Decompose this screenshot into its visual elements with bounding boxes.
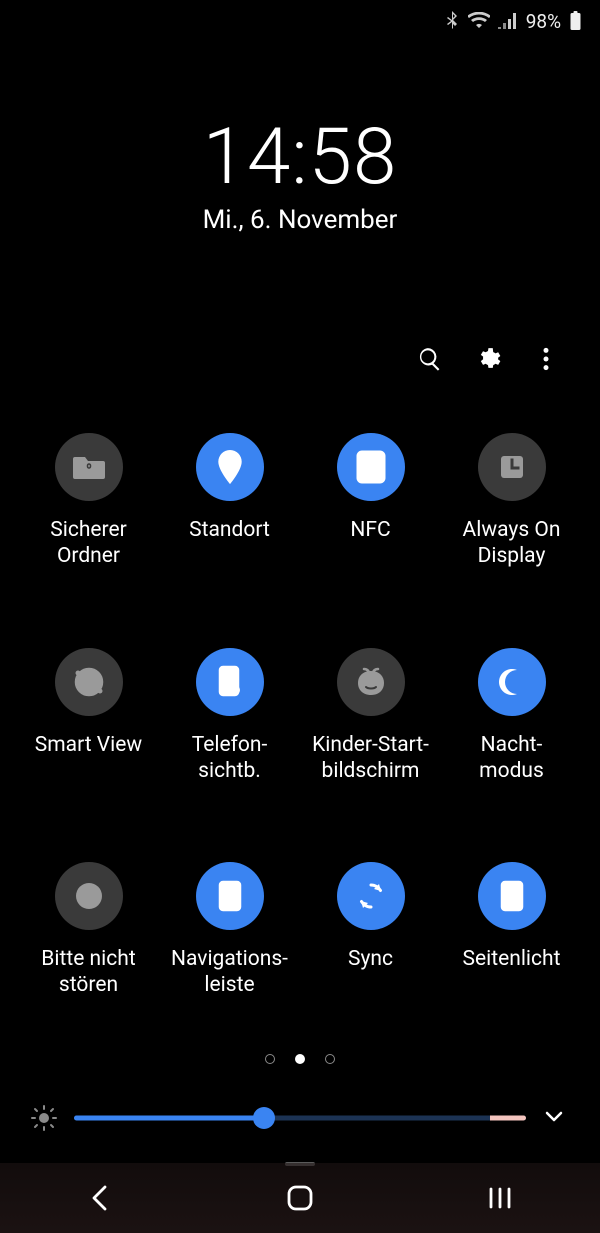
tile-secure-folder[interactable]: Sicherer Ordner <box>18 433 159 570</box>
slider-fill <box>74 1115 264 1120</box>
tile-label: Kinder-Start- bildschirm <box>312 732 429 785</box>
system-navbar <box>0 1163 600 1233</box>
tile-kids-home[interactable]: Kinder-Start- bildschirm <box>300 648 441 785</box>
tile-location[interactable]: Standort <box>159 433 300 570</box>
back-icon <box>89 1184 111 1212</box>
clock: 14:58 Mi., 6. November <box>0 112 600 235</box>
tile-label: Bitte nicht stören <box>41 946 135 999</box>
tile-dnd[interactable]: Bitte nicht stören <box>18 862 159 999</box>
page-dot[interactable] <box>265 1054 275 1064</box>
cast-icon <box>55 648 123 716</box>
kid-face-icon <box>337 648 405 716</box>
chevron-down-icon <box>542 1104 566 1128</box>
sync-icon <box>337 862 405 930</box>
clock-date: Mi., 6. November <box>0 205 600 235</box>
home-icon <box>285 1183 315 1213</box>
nfc-icon <box>337 433 405 501</box>
brightness-row <box>0 1104 600 1132</box>
recents-icon <box>487 1186 513 1210</box>
tile-phone-visibility[interactable]: Telefon- sichtb. <box>159 648 300 785</box>
wifi-icon <box>468 12 490 30</box>
tile-label: Sicherer Ordner <box>50 517 126 570</box>
tile-label: Sync <box>348 946 393 972</box>
tile-label: Always On Display <box>463 517 561 570</box>
more-vert-icon <box>542 346 550 372</box>
search-icon <box>417 346 443 372</box>
tile-sync[interactable]: Sync <box>300 862 441 999</box>
battery-icon <box>569 11 582 31</box>
brightness-icon <box>30 1104 58 1132</box>
brightness-slider[interactable] <box>74 1106 526 1130</box>
tile-smart-view[interactable]: Smart View <box>18 648 159 785</box>
tile-night-mode[interactable]: Nacht- modus <box>441 648 582 785</box>
gear-icon <box>475 346 501 372</box>
page-dot[interactable] <box>325 1054 335 1064</box>
tile-navbar-toggle[interactable]: Navigations- leiste <box>159 862 300 999</box>
tile-label: Standort <box>189 517 270 543</box>
moon-icon <box>478 648 546 716</box>
quick-settings-grid: Sicherer Ordner Standort NFC Always On D… <box>0 433 600 999</box>
tile-label: Telefon- sichtb. <box>192 732 268 785</box>
tile-label: Nacht- modus <box>479 732 544 785</box>
page-dot[interactable] <box>295 1054 305 1064</box>
clock-time: 14:58 <box>0 112 600 203</box>
tile-label: Navigations- leiste <box>171 946 288 999</box>
bluetooth-icon <box>444 11 460 31</box>
folder-lock-icon <box>55 433 123 501</box>
signal-icon <box>498 13 518 29</box>
tile-nfc[interactable]: NFC <box>300 433 441 570</box>
search-button[interactable] <box>416 345 444 373</box>
settings-button[interactable] <box>474 345 502 373</box>
navbar-icon <box>196 862 264 930</box>
recents-button[interactable] <box>480 1178 520 1218</box>
tile-label: NFC <box>350 517 390 543</box>
more-button[interactable] <box>532 345 560 373</box>
battery-pct: 98% <box>526 10 561 33</box>
clock-icon <box>478 433 546 501</box>
expand-brightness-button[interactable] <box>542 1104 570 1132</box>
tile-edge-light[interactable]: Seitenlicht <box>441 862 582 999</box>
tile-label: Seitenlicht <box>463 946 561 972</box>
back-button[interactable] <box>80 1178 120 1218</box>
dnd-icon <box>55 862 123 930</box>
phone-visibility-icon <box>196 648 264 716</box>
status-bar: 98% <box>0 0 600 42</box>
home-button[interactable] <box>280 1178 320 1218</box>
tile-aod[interactable]: Always On Display <box>441 433 582 570</box>
tile-label: Smart View <box>35 732 142 758</box>
pagination-dots[interactable] <box>0 1054 600 1064</box>
slider-thumb[interactable] <box>253 1107 275 1129</box>
panel-actions <box>0 345 600 373</box>
edge-light-icon <box>478 862 546 930</box>
location-pin-icon <box>196 433 264 501</box>
